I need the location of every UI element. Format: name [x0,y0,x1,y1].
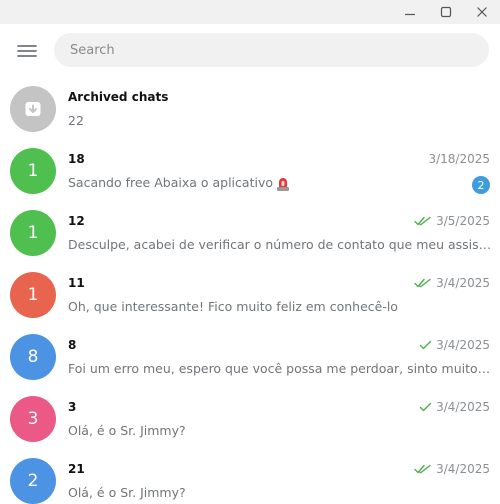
chat-preview: Olá, é o Sr. Jimmy? [68,423,492,438]
chat-meta: 3/4/2025 [419,400,490,414]
maximize-button[interactable] [428,0,464,24]
close-button[interactable] [464,0,500,24]
chat-preview: Sacando free Abaixa o aplicativo [68,175,492,192]
chat-row[interactable]: 8 8 Foi um erro meu, espero que você possa… [0,326,500,388]
chat-name: 18 [68,152,85,166]
title-bar [0,0,500,24]
chat-date: 3/4/2025 [436,462,490,476]
unread-badge: 2 [472,176,490,194]
siren-emoji-icon [277,177,289,191]
chat-meta: 3/4/2025 [419,338,490,352]
archived-chats-count: 22 [68,113,84,128]
avatar: 2 [10,458,56,504]
hamburger-menu-icon [17,45,37,57]
chat-name: 11 [68,276,85,290]
double-check-icon [414,464,431,474]
archive-avatar [10,86,56,132]
chat-preview-text: Olá, é o Sr. Jimmy? [68,485,186,500]
chat-row[interactable]: 1 18 Sacando free Abaixa o aplicativo 3/18/… [0,140,500,202]
chat-preview-text: Oh, que interessante! Fico muito feliz e… [68,299,398,314]
chat-list: Archived chats 22 1 18 Sacando free Abaixa… [0,78,500,504]
chat-meta: 3/5/2025 [414,214,490,228]
chat-name: 12 [68,214,85,228]
minimize-button[interactable] [392,0,428,24]
chat-date: 3/5/2025 [436,214,490,228]
double-check-icon [414,216,431,226]
chat-date: 3/4/2025 [436,400,490,414]
chat-list-header [0,24,500,78]
chat-date: 3/4/2025 [436,338,490,352]
chat-row[interactable]: 2 21 Olá, é o Sr. Jimmy? 3/4/2025 [0,450,500,504]
close-icon [477,7,487,17]
avatar: 1 [10,210,56,256]
avatar: 1 [10,148,56,194]
avatar: 1 [10,272,56,318]
chat-name: 8 [68,338,77,352]
avatar: 3 [10,396,56,442]
chat-row[interactable]: 1 11 Oh, que interessante! Fico muito feli… [0,264,500,326]
double-check-icon [414,278,431,288]
maximize-icon [440,6,452,18]
chat-preview-text: Desculpe, acabei de verificar o número d… [68,237,492,252]
search-input[interactable] [54,33,489,67]
chat-preview-text: Foi um erro meu, espero que você possa m… [68,361,492,376]
check-icon [419,402,432,412]
chat-preview: Desculpe, acabei de verificar o número d… [68,237,492,252]
chat-name: 3 [68,400,77,414]
avatar: 8 [10,334,56,380]
archived-chats-row[interactable]: Archived chats 22 [0,78,500,140]
check-icon [419,340,432,350]
chat-date: 3/4/2025 [436,276,490,290]
chat-preview: Foi um erro meu, espero que você possa m… [68,361,492,376]
chat-row[interactable]: 1 12 Desculpe, acabei de verificar o númer… [0,202,500,264]
chat-date: 3/18/2025 [428,152,490,166]
chat-meta: 3/4/2025 [414,276,490,290]
chat-preview: Olá, é o Sr. Jimmy? [68,485,492,500]
chat-meta: 3/4/2025 [414,462,490,476]
chat-row[interactable]: 3 3 Olá, é o Sr. Jimmy? 3/4/2025 [0,388,500,450]
minimize-icon [405,13,415,16]
chat-name: 21 [68,462,85,476]
archived-chats-title: Archived chats [68,90,169,104]
chat-meta: 3/18/2025 [428,152,490,166]
chat-preview: Oh, que interessante! Fico muito feliz e… [68,299,492,314]
chat-preview-text: Sacando free Abaixa o aplicativo [68,175,273,190]
main-menu-button[interactable] [9,33,45,69]
archive-box-icon [25,102,41,116]
chat-preview-text: Olá, é o Sr. Jimmy? [68,423,186,438]
